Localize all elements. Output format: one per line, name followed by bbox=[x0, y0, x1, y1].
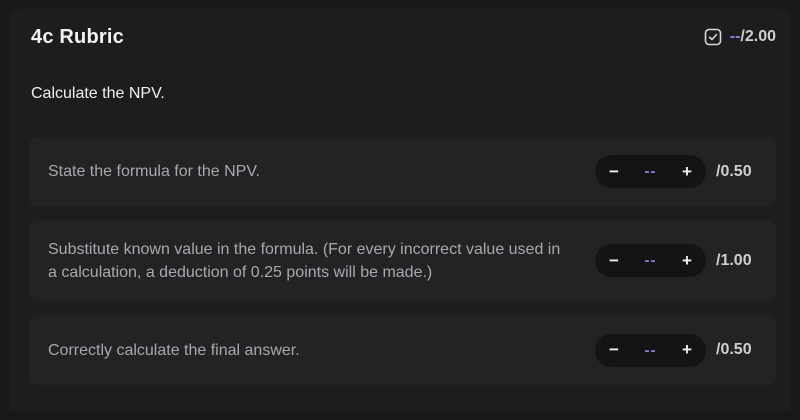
criterion-text: Correctly calculate the final answer. bbox=[48, 341, 300, 359]
decrement-button[interactable]: − bbox=[607, 162, 621, 182]
rubric-header: 4c Rubric --/2.00 bbox=[31, 22, 776, 52]
checkbox-check-icon[interactable] bbox=[704, 28, 722, 46]
max-points: /0.50 bbox=[716, 162, 752, 180]
total-score-value: -- bbox=[729, 28, 741, 45]
increment-button[interactable]: + bbox=[680, 162, 694, 182]
score-stepper[interactable]: − -- + bbox=[595, 244, 706, 277]
criterion-controls: − -- + /0.50 bbox=[595, 155, 758, 188]
criterion-row: Correctly calculate the final answer. − … bbox=[29, 315, 776, 385]
criterion-controls: − -- + /1.00 bbox=[595, 244, 758, 277]
criterion-controls: − -- + /0.50 bbox=[595, 333, 758, 367]
score-value[interactable]: -- bbox=[645, 252, 657, 269]
total-score-max: /2.00 bbox=[740, 28, 776, 45]
criterion-row: State the formula for the NPV. − -- + /0… bbox=[29, 137, 776, 206]
question-text: Calculate the NPV. bbox=[31, 85, 165, 102]
rubric-title: 4c Rubric bbox=[31, 25, 124, 48]
max-points: /1.00 bbox=[716, 251, 752, 269]
score-value[interactable]: -- bbox=[645, 163, 657, 180]
rubric-panel: 4c Rubric --/2.00 Calculate the NPV. Sta… bbox=[9, 9, 791, 411]
score-value[interactable]: -- bbox=[645, 342, 657, 359]
increment-button[interactable]: + bbox=[680, 251, 694, 271]
criteria-list: State the formula for the NPV. − -- + /0… bbox=[29, 137, 776, 385]
criterion-text: State the formula for the NPV. bbox=[48, 163, 260, 180]
score-stepper[interactable]: − -- + bbox=[595, 155, 706, 188]
increment-button[interactable]: + bbox=[680, 340, 694, 360]
max-points: /0.50 bbox=[716, 341, 752, 358]
decrement-button[interactable]: − bbox=[607, 251, 621, 271]
criterion-text: Substitute known value in the formula. (… bbox=[48, 240, 561, 281]
decrement-button[interactable]: − bbox=[607, 340, 621, 360]
score-stepper[interactable]: − -- + bbox=[595, 333, 706, 367]
criterion-row: Substitute known value in the formula. (… bbox=[29, 220, 776, 301]
total-score: --/2.00 bbox=[704, 28, 776, 46]
